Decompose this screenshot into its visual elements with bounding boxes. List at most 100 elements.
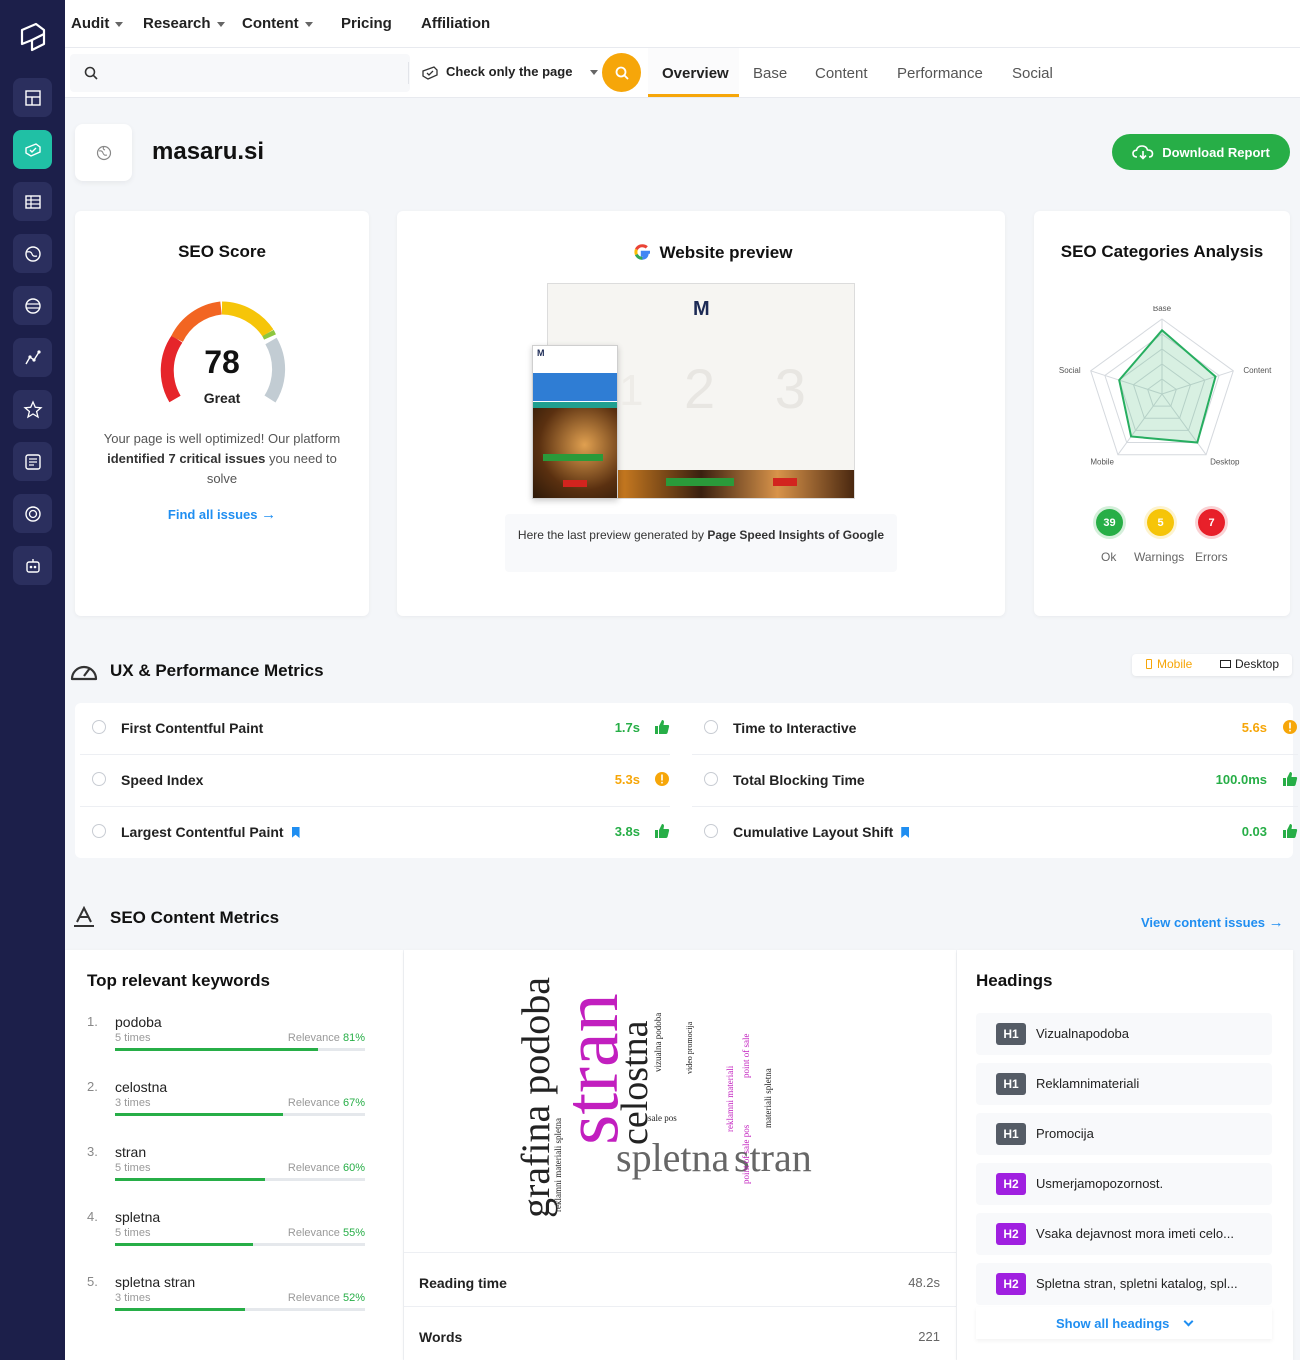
info-icon[interactable] [92,772,106,786]
tab-performance[interactable]: Performance [897,65,983,82]
speedometer-icon [70,665,98,681]
seo-desc-highlight: identified 7 critical issues [107,451,266,466]
nav-content[interactable]: Content [242,15,313,32]
sidebar-item-globe[interactable] [13,234,52,273]
preview-site-logo: M [693,298,710,320]
show-all-headings-button[interactable]: Show all headings [976,1307,1272,1339]
tab-overview[interactable]: Overview [662,65,729,82]
metric-row: Cumulative Layout Shift 0.03 [692,807,1298,859]
keyword-item: 5. spletna stran 3 times Relevance 52% [87,1274,365,1324]
globe-icon [24,245,41,262]
sidebar-item-audit[interactable] [13,130,52,169]
metric-row: Time to Interactive 5.6s [692,703,1298,755]
check-mode-select[interactable]: Check only the page [420,64,599,81]
sidebar-item-report[interactable] [13,442,52,481]
sidebar-item-browser[interactable] [13,286,52,325]
seo-score-value: 78 [204,344,240,380]
keyword-text: podoba [115,1014,162,1030]
heading-level-badge: H1 [996,1073,1026,1095]
heading-level-badge: H1 [996,1123,1026,1145]
download-report-button[interactable]: Download Report [1112,134,1290,170]
search-button[interactable] [602,53,641,92]
info-icon[interactable] [704,824,718,838]
table-icon [24,194,41,209]
robot-icon [25,558,40,573]
radar-axis-label: Base [1153,306,1172,313]
seo-desc-text: Your page is well optimized! Our platfor… [103,431,341,446]
sidebar-item-target[interactable] [13,494,52,533]
nav-label: Content [242,15,299,32]
relevance-bar-fill [115,1308,245,1311]
sidebar-item-robot[interactable] [13,546,52,585]
cloud-word: point of sale [741,1033,751,1079]
desktop-icon [1220,660,1231,668]
desktop-toggle-button[interactable]: Desktop [1220,657,1279,671]
website-preview-card: Website preview M 2 3 M 1 Here the last … [397,211,1005,616]
relevance-bar [115,1113,365,1116]
sidebar-item-chart[interactable] [13,338,52,377]
seo-score-card: SEO Score 78 Great Your page is well opt… [75,211,369,616]
search-bar: Check only the page Overview Base Content P… [65,48,1300,98]
heading-item: H1 Reklamnimateriali [976,1063,1272,1105]
preview-note: Here the last preview generated by Page … [505,514,897,572]
keyword-item: 3. stran 5 times Relevance 60% [87,1144,365,1194]
heading-item: H1 Promocija [976,1113,1272,1155]
info-icon[interactable] [92,720,106,734]
chevron-down-icon [115,21,124,27]
count-label-errors: Errors [1195,550,1228,564]
relevance-label: Relevance [287,1097,343,1109]
arrow-right-icon: → [261,506,277,523]
info-icon[interactable] [704,720,718,734]
relevance-bar-fill [115,1178,265,1181]
find-all-issues-link[interactable]: Find all issues → [75,506,369,523]
globe-icon [96,145,111,160]
heading-level-badge: H2 [996,1173,1026,1195]
chevron-down-icon [216,21,225,27]
metric-value: 3.8s [614,824,640,839]
sidebar-item-table[interactable] [13,182,52,221]
sidebar-item-layout[interactable] [13,78,52,117]
thumbs-up-icon [654,719,670,735]
preview-green-button [666,478,734,486]
view-content-issues-link[interactable]: View content issues → [1141,914,1284,931]
seo-categories-radar-chart: Base Content Desktop Mobile Social [1059,306,1272,467]
heading-level-badge: H2 [996,1273,1026,1295]
chevron-down-icon [304,21,313,27]
metric-name: First Contentful Paint [121,720,264,736]
app-logo-icon[interactable] [16,20,50,54]
page-title: masaru.si [152,138,265,165]
search-input[interactable] [70,54,410,92]
keyword-relevance: Relevance 67% [288,1097,365,1109]
radar-axis-label: Social [1059,366,1081,375]
content-stat-label: Words [419,1329,463,1345]
heading-text: Vizualnapodoba [1036,1026,1130,1041]
keyword-relevance: Relevance 81% [288,1032,365,1044]
nav-pricing[interactable]: Pricing [341,15,392,32]
metric-name: Largest Contentful Paint [121,824,300,840]
tab-base[interactable]: Base [753,65,787,82]
preview-mobile-banner [533,373,617,401]
metric-row: Total Blocking Time 100.0ms [692,755,1298,807]
mobile-toggle-button[interactable]: Mobile [1146,657,1192,671]
info-icon[interactable] [92,824,106,838]
relevance-value: 55% [342,1227,365,1239]
tab-social[interactable]: Social [1012,65,1053,82]
relevance-bar-fill [115,1243,253,1246]
sidebar-item-star[interactable] [13,390,52,429]
nav-research[interactable]: Research [143,15,225,32]
preview-note-source: Page Speed Insights of Google [707,528,885,542]
nav-audit[interactable]: Audit [71,15,124,32]
nav-label: Audit [71,15,110,32]
seo-categories-card: SEO Categories Analysis Base Content Deskt… [1034,211,1290,616]
heading-level-badge: H1 [996,1023,1026,1045]
cloud-word: sale pos [648,1113,677,1123]
keyword-word-cloud: grafina podoba stran celostna spletna stran r… [404,950,956,1230]
nav-affiliation[interactable]: Affiliation [421,15,490,32]
relevance-value: 81% [342,1032,365,1044]
info-icon[interactable] [704,772,718,786]
metric-value: 5.6s [1241,720,1267,735]
tab-content[interactable]: Content [815,65,868,82]
desktop-toggle-label: Desktop [1235,657,1280,671]
metric-row: Largest Contentful Paint 3.8s [80,807,670,859]
keyword-occurrences: 5 times [115,1162,151,1174]
